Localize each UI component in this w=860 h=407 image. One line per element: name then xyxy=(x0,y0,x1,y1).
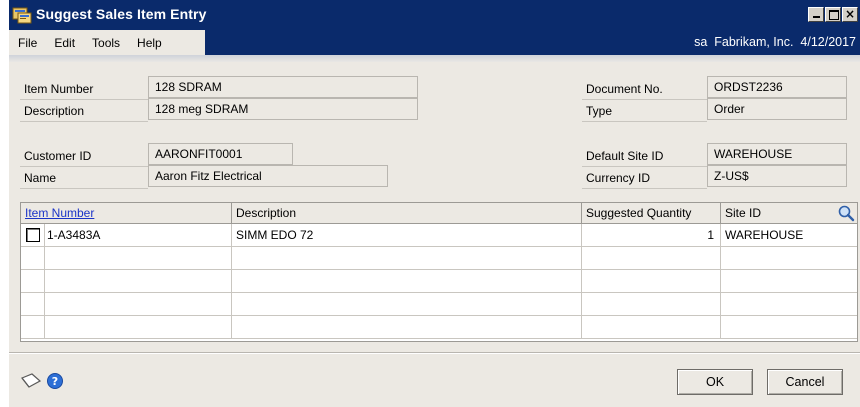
cell-site-id[interactable] xyxy=(721,316,857,339)
menu-shadow xyxy=(9,55,860,62)
cell-description[interactable] xyxy=(232,316,582,339)
table-row[interactable] xyxy=(21,247,857,270)
ok-button[interactable]: OK xyxy=(677,369,753,395)
footer-divider xyxy=(9,352,860,354)
cell-suggested-quantity[interactable] xyxy=(582,270,721,293)
menu-list: File Edit Tools Help xyxy=(9,30,205,55)
cell-description[interactable] xyxy=(232,293,582,316)
cell-site-id[interactable] xyxy=(721,293,857,316)
table-row[interactable] xyxy=(21,316,857,339)
document-no-label: Document No. xyxy=(582,78,707,100)
menu-bar: File Edit Tools Help sa Fabrikam, Inc. 4… xyxy=(9,30,860,55)
suggest-sales-item-entry-window: Suggest Sales Item Entry × File Edit Too… xyxy=(9,0,860,407)
cell-description[interactable]: SIMM EDO 72 xyxy=(232,224,582,247)
document-no-field[interactable]: ORDST2236 xyxy=(707,76,847,98)
customer-id-field[interactable]: AARONFIT0001 xyxy=(148,143,293,165)
table-row[interactable] xyxy=(21,270,857,293)
name-label: Name xyxy=(20,167,148,189)
company-info: sa Fabrikam, Inc. 4/12/2017 xyxy=(205,30,860,55)
currency-id-label: Currency ID xyxy=(582,167,707,189)
svg-text:?: ? xyxy=(52,375,58,388)
name-field[interactable]: Aaron Fitz Electrical xyxy=(148,165,388,187)
cell-item-number[interactable]: 1-A3483A xyxy=(45,224,232,247)
column-description: Description xyxy=(232,203,582,224)
maximize-button[interactable] xyxy=(825,7,841,22)
row-selector xyxy=(21,247,45,270)
cell-suggested-quantity[interactable] xyxy=(582,316,721,339)
company-info-text: sa Fabrikam, Inc. 4/12/2017 xyxy=(694,35,856,49)
type-field[interactable]: Order xyxy=(707,98,847,120)
items-grid: Item Number Description Suggested Quanti… xyxy=(20,202,858,342)
item-number-label: Item Number xyxy=(20,78,148,100)
app-window-icon xyxy=(12,6,32,24)
note-icon[interactable] xyxy=(20,372,42,390)
close-button[interactable]: × xyxy=(842,7,858,22)
cell-description[interactable] xyxy=(232,270,582,293)
default-site-id-field[interactable]: WAREHOUSE xyxy=(707,143,847,165)
row-checkbox[interactable] xyxy=(26,228,40,242)
cell-description[interactable] xyxy=(232,247,582,270)
cell-item-number[interactable] xyxy=(45,316,232,339)
default-site-id-label: Default Site ID xyxy=(582,145,707,167)
type-label: Type xyxy=(582,100,707,122)
menu-edit[interactable]: Edit xyxy=(45,36,83,50)
description-label: Description xyxy=(20,100,148,122)
table-row[interactable] xyxy=(21,293,857,316)
cell-item-number[interactable] xyxy=(45,270,232,293)
cell-suggested-quantity[interactable] xyxy=(582,247,721,270)
cell-site-id[interactable]: WAREHOUSE xyxy=(721,224,857,247)
menu-file[interactable]: File xyxy=(9,36,45,50)
column-item-number[interactable]: Item Number xyxy=(21,203,232,224)
menu-help[interactable]: Help xyxy=(128,36,170,50)
cell-suggested-quantity[interactable] xyxy=(582,293,721,316)
row-selector xyxy=(21,224,45,247)
currency-id-field[interactable]: Z-US$ xyxy=(707,165,847,187)
menu-tools[interactable]: Tools xyxy=(83,36,128,50)
window-title: Suggest Sales Item Entry xyxy=(36,6,207,22)
cancel-button[interactable]: Cancel xyxy=(767,369,843,395)
customer-id-label: Customer ID xyxy=(20,145,148,167)
cell-site-id[interactable] xyxy=(721,270,857,293)
window-controls: × xyxy=(808,7,858,22)
grid-header: Item Number Description Suggested Quanti… xyxy=(21,203,857,224)
item-number-field[interactable]: 128 SDRAM xyxy=(148,76,418,98)
row-selector xyxy=(21,270,45,293)
title-bar[interactable]: Suggest Sales Item Entry × xyxy=(9,0,860,30)
cell-site-id[interactable] xyxy=(721,247,857,270)
table-row[interactable]: 1-A3483A SIMM EDO 72 1 WAREHOUSE xyxy=(21,224,857,247)
cell-item-number[interactable] xyxy=(45,293,232,316)
column-suggested-quantity: Suggested Quantity xyxy=(582,203,721,224)
row-selector xyxy=(21,293,45,316)
minimize-button[interactable] xyxy=(808,7,824,22)
magnifier-icon[interactable] xyxy=(837,204,855,222)
description-field[interactable]: 128 meg SDRAM xyxy=(148,98,418,120)
help-icon[interactable]: ? xyxy=(46,372,64,390)
cell-suggested-quantity[interactable]: 1 xyxy=(582,224,721,247)
cell-item-number[interactable] xyxy=(45,247,232,270)
row-selector xyxy=(21,316,45,339)
